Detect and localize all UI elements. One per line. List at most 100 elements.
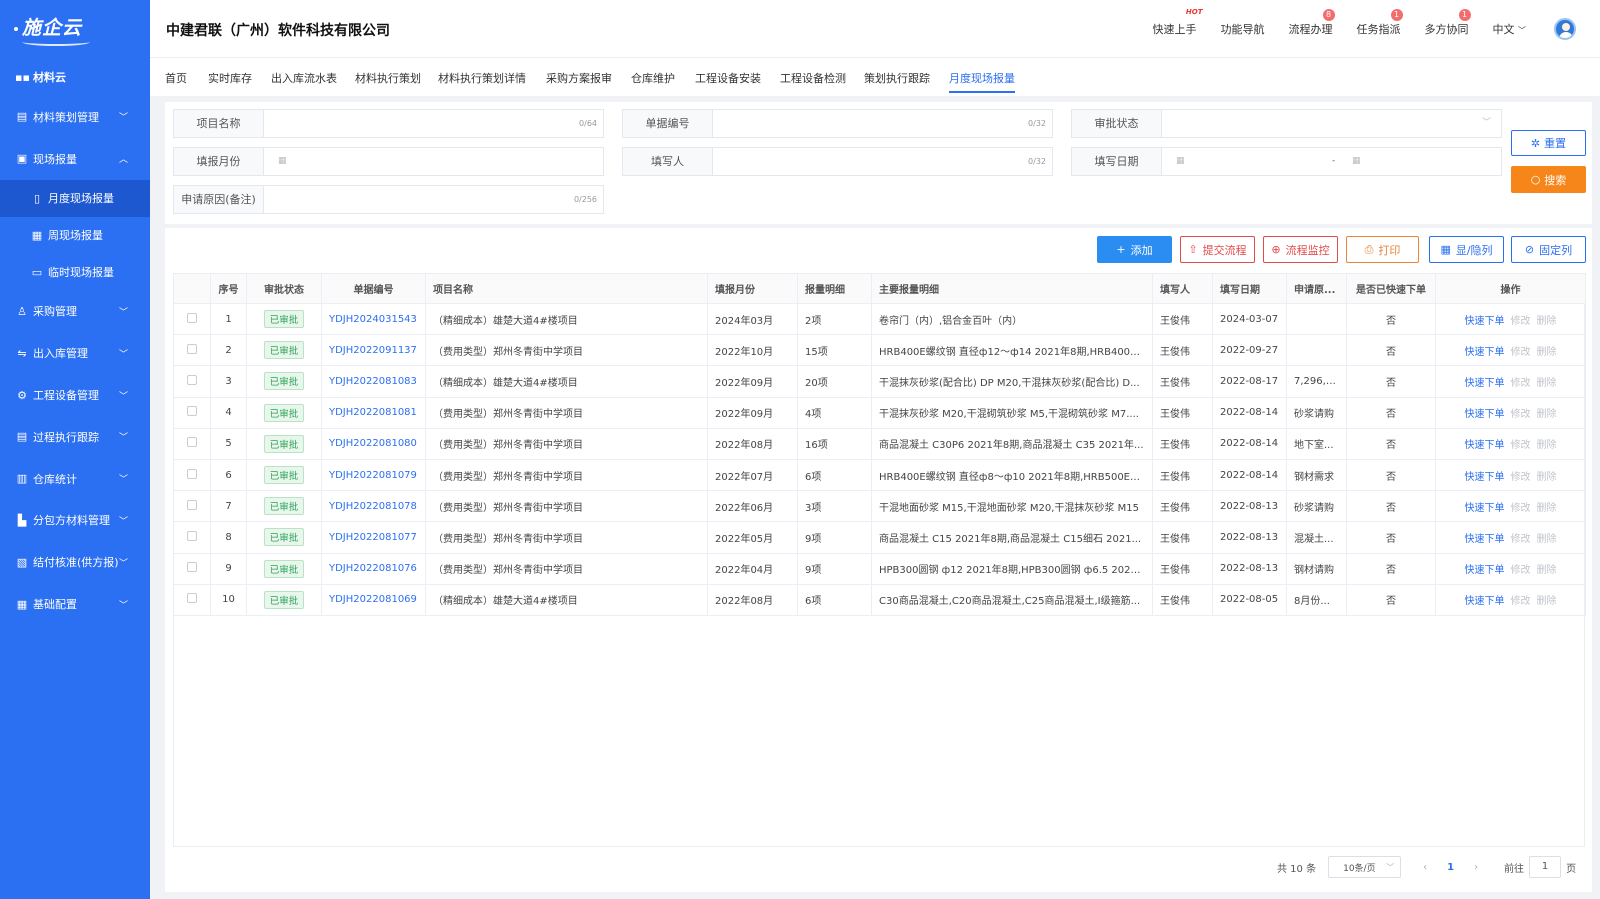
quick-order-link[interactable]: 快速下单	[1465, 565, 1505, 576]
page-number[interactable]: 1	[1447, 862, 1454, 873]
sidebar-item-equipment[interactable]: ⚙ 工程设备管理 ﹀	[0, 374, 150, 416]
feature-nav-link[interactable]: 功能导航	[1221, 21, 1265, 37]
project-name-input[interactable]: 0/64	[264, 110, 603, 137]
sidebar-item-site-report[interactable]: ▣ 现场报量 ︿	[0, 138, 150, 180]
sidebar-item-subcontract[interactable]: ▙ 分包方材料管理 ﹀	[0, 500, 150, 542]
edit-link[interactable]: 修改	[1511, 534, 1531, 545]
edit-link[interactable]: 修改	[1511, 347, 1531, 358]
row-checkbox[interactable]	[187, 437, 197, 448]
doc-no-link[interactable]: YDJH2024031543	[329, 314, 417, 325]
quick-order-link[interactable]: 快速下单	[1465, 409, 1505, 420]
quick-order-link[interactable]: 快速下单	[1465, 378, 1505, 389]
doc-no-link[interactable]: YDJH2022081078	[329, 501, 417, 512]
doc-no-input[interactable]: 0/32	[713, 110, 1052, 137]
toggle-columns-button[interactable]: ▦ 显/隐列	[1429, 236, 1504, 263]
page-size-select[interactable]: 10条/页 ﹀	[1328, 856, 1402, 878]
row-checkbox[interactable]	[187, 562, 197, 573]
avatar[interactable]	[1554, 18, 1576, 40]
tab-home[interactable]: 首页	[165, 70, 187, 86]
edit-link[interactable]: 修改	[1511, 596, 1531, 607]
doc-no-link[interactable]: YDJH2022081080	[329, 438, 417, 449]
sidebar-item-process-tracking[interactable]: ▤ 过程执行跟踪 ﹀	[0, 416, 150, 458]
tab-plan-tracking[interactable]: 策划执行跟踪	[864, 70, 930, 86]
quick-start-link[interactable]: 快速上手 HOT	[1153, 8, 1203, 37]
sidebar-item-materials-cloud[interactable]: ▪▪ 材料云	[0, 58, 150, 96]
row-checkbox[interactable]	[187, 312, 197, 323]
doc-no-link[interactable]: YDJH2022091137	[329, 345, 417, 356]
sidebar-item-warehouse-io[interactable]: ⇋ 出入库管理 ﹀	[0, 332, 150, 374]
quick-order-link[interactable]: 快速下单	[1465, 472, 1505, 483]
edit-link[interactable]: 修改	[1511, 503, 1531, 514]
tab-equip-install[interactable]: 工程设备安装	[695, 70, 761, 86]
delete-link[interactable]: 删除	[1537, 378, 1557, 389]
quick-order-link[interactable]: 快速下单	[1465, 596, 1505, 607]
next-page-button[interactable]: ›	[1474, 862, 1478, 873]
row-checkbox[interactable]	[187, 343, 197, 354]
delete-link[interactable]: 删除	[1537, 409, 1557, 420]
fill-date-range[interactable]: ▦ - ▦	[1162, 148, 1501, 175]
edit-link[interactable]: 修改	[1511, 409, 1531, 420]
quick-order-link[interactable]: 快速下单	[1465, 534, 1505, 545]
flow-monitor-button[interactable]: ⊕ 流程监控	[1263, 236, 1338, 263]
filler-input[interactable]: 0/32	[713, 148, 1052, 175]
delete-link[interactable]: 删除	[1537, 472, 1557, 483]
search-button[interactable]: ○ 搜索	[1511, 166, 1586, 193]
tab-inventory[interactable]: 实时库存	[208, 70, 252, 86]
task-assign-link[interactable]: 任务指派 1	[1357, 9, 1403, 37]
tab-material-plan-detail[interactable]: 材料执行策划详情	[438, 70, 526, 86]
quick-order-link[interactable]: 快速下单	[1465, 440, 1505, 451]
sidebar-item-purchase[interactable]: ♙ 采购管理 ﹀	[0, 291, 150, 333]
row-checkbox[interactable]	[187, 530, 197, 541]
row-checkbox[interactable]	[187, 468, 197, 479]
row-checkbox[interactable]	[187, 593, 197, 604]
delete-link[interactable]: 删除	[1537, 596, 1557, 607]
edit-link[interactable]: 修改	[1511, 565, 1531, 576]
tab-monthly-report[interactable]: 月度现场报量	[949, 70, 1015, 93]
delete-link[interactable]: 删除	[1537, 503, 1557, 514]
tab-equip-test[interactable]: 工程设备检测	[780, 70, 846, 86]
fix-columns-button[interactable]: ⊘ 固定列	[1511, 236, 1586, 263]
print-button[interactable]: ⎙ 打印	[1346, 236, 1419, 263]
edit-link[interactable]: 修改	[1511, 472, 1531, 483]
delete-link[interactable]: 删除	[1537, 316, 1557, 327]
delete-link[interactable]: 删除	[1537, 534, 1557, 545]
doc-no-link[interactable]: YDJH2022081077	[329, 532, 417, 543]
row-checkbox[interactable]	[187, 499, 197, 510]
quick-order-link[interactable]: 快速下单	[1465, 347, 1505, 358]
doc-no-link[interactable]: YDJH2022081081	[329, 407, 417, 418]
row-checkbox[interactable]	[187, 374, 197, 385]
tab-material-plan[interactable]: 材料执行策划	[355, 70, 421, 86]
approval-status-select[interactable]: ﹀	[1162, 110, 1501, 137]
sidebar-sub-weekly-report[interactable]: ▦ 周现场报量	[0, 217, 150, 254]
edit-link[interactable]: 修改	[1511, 378, 1531, 389]
sidebar-sub-monthly-report[interactable]: ▯ 月度现场报量	[0, 179, 150, 217]
workflow-link[interactable]: 流程办理 8	[1289, 9, 1335, 37]
sidebar-item-base-config[interactable]: ▦ 基础配置 ﹀	[0, 583, 150, 625]
doc-no-link[interactable]: YDJH2022081079	[329, 470, 417, 481]
sidebar-item-warehouse-stats[interactable]: ▥ 仓库统计 ﹀	[0, 458, 150, 500]
collaboration-link[interactable]: 多方协同 1	[1425, 9, 1471, 37]
language-select[interactable]: 中文 ﹀	[1493, 21, 1527, 37]
add-button[interactable]: + 添加	[1097, 236, 1172, 263]
goto-page-input[interactable]: 1	[1529, 856, 1562, 878]
quick-order-link[interactable]: 快速下单	[1465, 503, 1505, 514]
quick-order-link[interactable]: 快速下单	[1465, 316, 1505, 327]
delete-link[interactable]: 删除	[1537, 440, 1557, 451]
fill-month-input[interactable]: ▦	[264, 148, 603, 175]
sidebar-item-settlement[interactable]: ▧ 结付核准(供方报) ﹀	[0, 541, 150, 583]
doc-no-link[interactable]: YDJH2022081069	[329, 594, 417, 605]
reason-input[interactable]: 0/256	[264, 186, 603, 213]
delete-link[interactable]: 删除	[1537, 347, 1557, 358]
edit-link[interactable]: 修改	[1511, 316, 1531, 327]
delete-link[interactable]: 删除	[1537, 565, 1557, 576]
doc-no-link[interactable]: YDJH2022081076	[329, 563, 417, 574]
doc-no-link[interactable]: YDJH2022081083	[329, 376, 417, 387]
sidebar-item-material-planning[interactable]: ▤ 材料策划管理 ﹀	[0, 96, 150, 138]
tab-warehouse-maint[interactable]: 仓库维护	[631, 70, 675, 86]
submit-flow-button[interactable]: ⇧ 提交流程	[1180, 236, 1255, 263]
prev-page-button[interactable]: ‹	[1423, 862, 1427, 873]
sidebar-sub-temp-report[interactable]: ▭ 临时现场报量	[0, 254, 150, 291]
reset-button[interactable]: ✲ 重置	[1511, 130, 1586, 156]
tab-io-flow[interactable]: 出入库流水表	[271, 70, 337, 86]
edit-link[interactable]: 修改	[1511, 440, 1531, 451]
